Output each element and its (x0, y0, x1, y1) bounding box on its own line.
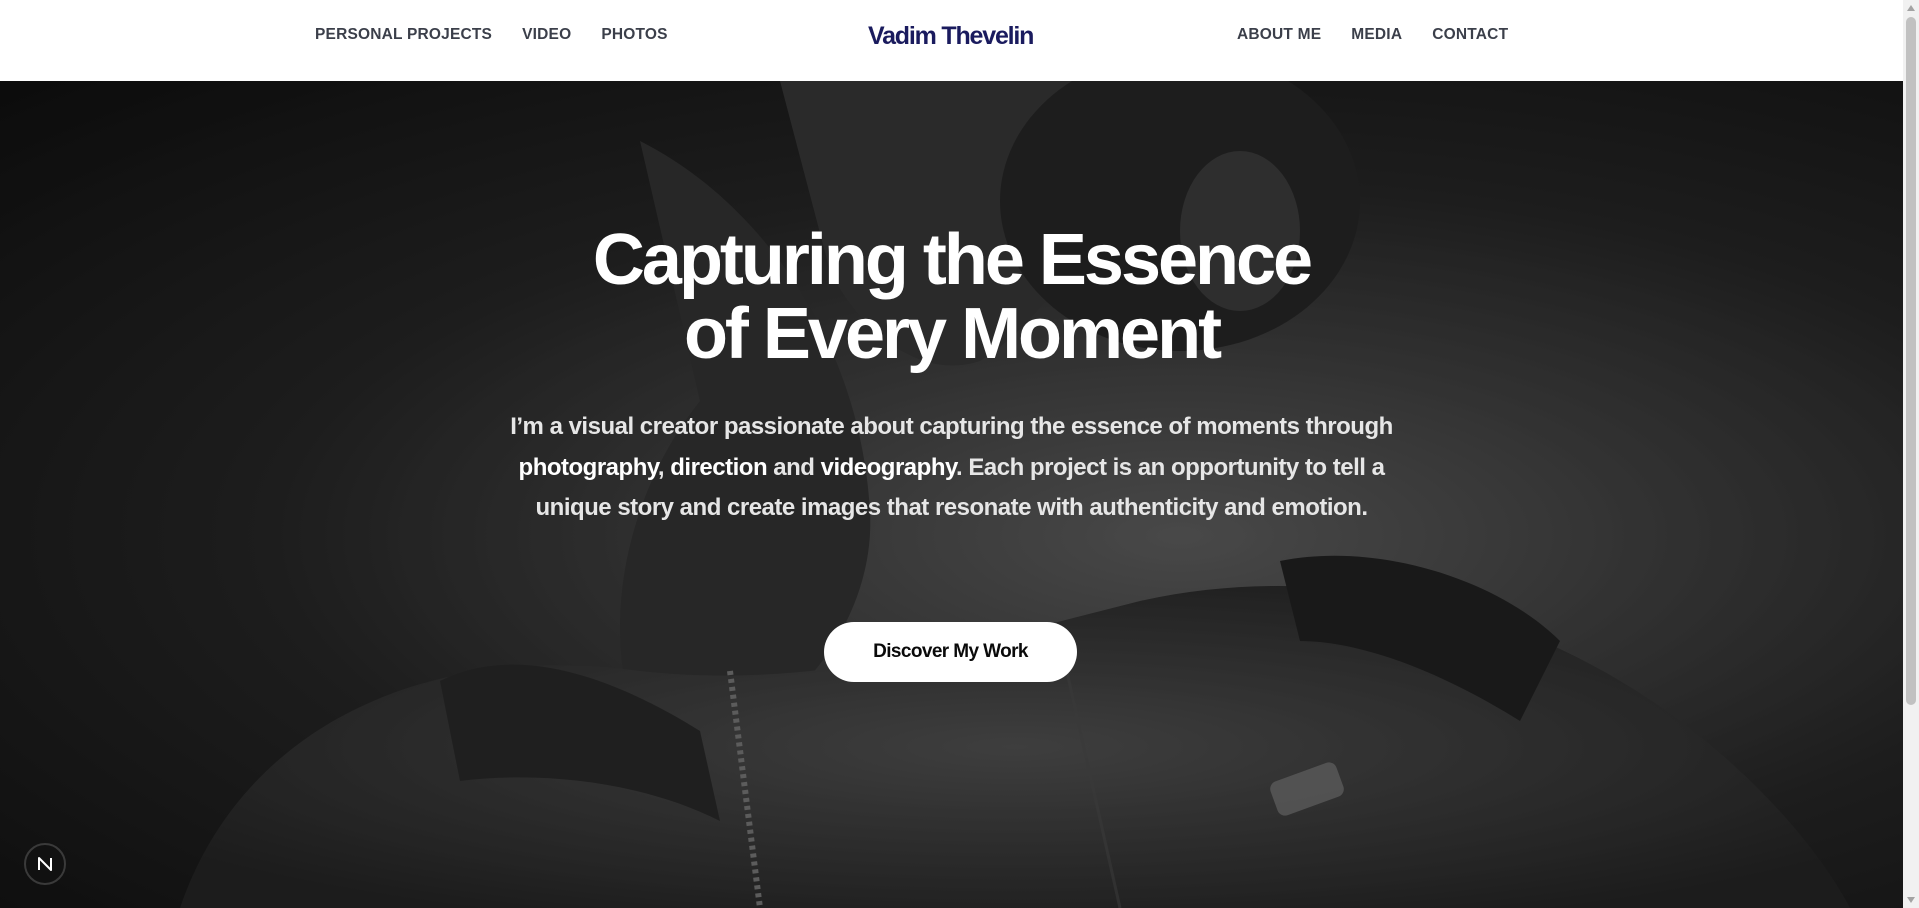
top-navigation-bar: PERSONAL PROJECTS VIDEO PHOTOS Vadim The… (0, 0, 1903, 81)
page-scrollbar[interactable] (1903, 0, 1919, 908)
nextjs-logo-icon (38, 857, 52, 871)
scroll-up-arrow-icon[interactable] (1907, 5, 1915, 11)
scrollbar-thumb[interactable] (1906, 17, 1916, 705)
site-logo[interactable]: Vadim Thevelin (868, 22, 1034, 51)
nav-link-contact[interactable]: CONTACT (1432, 26, 1508, 44)
nav-link-video[interactable]: VIDEO (522, 26, 571, 44)
intro-sep-1: , (657, 453, 671, 481)
hero-intro-text: I’m a visual creator passionate about ca… (500, 407, 1403, 529)
nav-link-photos[interactable]: PHOTOS (601, 26, 667, 44)
intro-sep-2: and (767, 453, 821, 481)
intro-bold-direction: direction (670, 453, 768, 481)
intro-bold-videography: videography (820, 453, 957, 481)
nav-left: PERSONAL PROJECTS VIDEO PHOTOS (315, 26, 668, 44)
nav-link-personal-projects[interactable]: PERSONAL PROJECTS (315, 26, 492, 44)
hero-section: Capturing the Essence of Every Moment I’… (0, 81, 1903, 908)
hero-headline-line-1: Capturing the Essence (592, 220, 1313, 300)
nav-right: ABOUT ME MEDIA CONTACT (1237, 26, 1508, 44)
hero-headline: Capturing the Essence of Every Moment (400, 223, 1503, 371)
nextjs-dev-badge[interactable] (24, 843, 66, 885)
hero-headline-line-2: of Every Moment (683, 294, 1222, 374)
intro-part-1: I’m a visual creator passionate about ca… (510, 413, 1393, 440)
scroll-down-arrow-icon[interactable] (1907, 897, 1915, 903)
nav-link-about-me[interactable]: ABOUT ME (1237, 26, 1321, 44)
intro-bold-photography: photography (518, 453, 659, 481)
discover-my-work-button[interactable]: Discover My Work (824, 622, 1077, 682)
nav-link-media[interactable]: MEDIA (1351, 26, 1402, 44)
